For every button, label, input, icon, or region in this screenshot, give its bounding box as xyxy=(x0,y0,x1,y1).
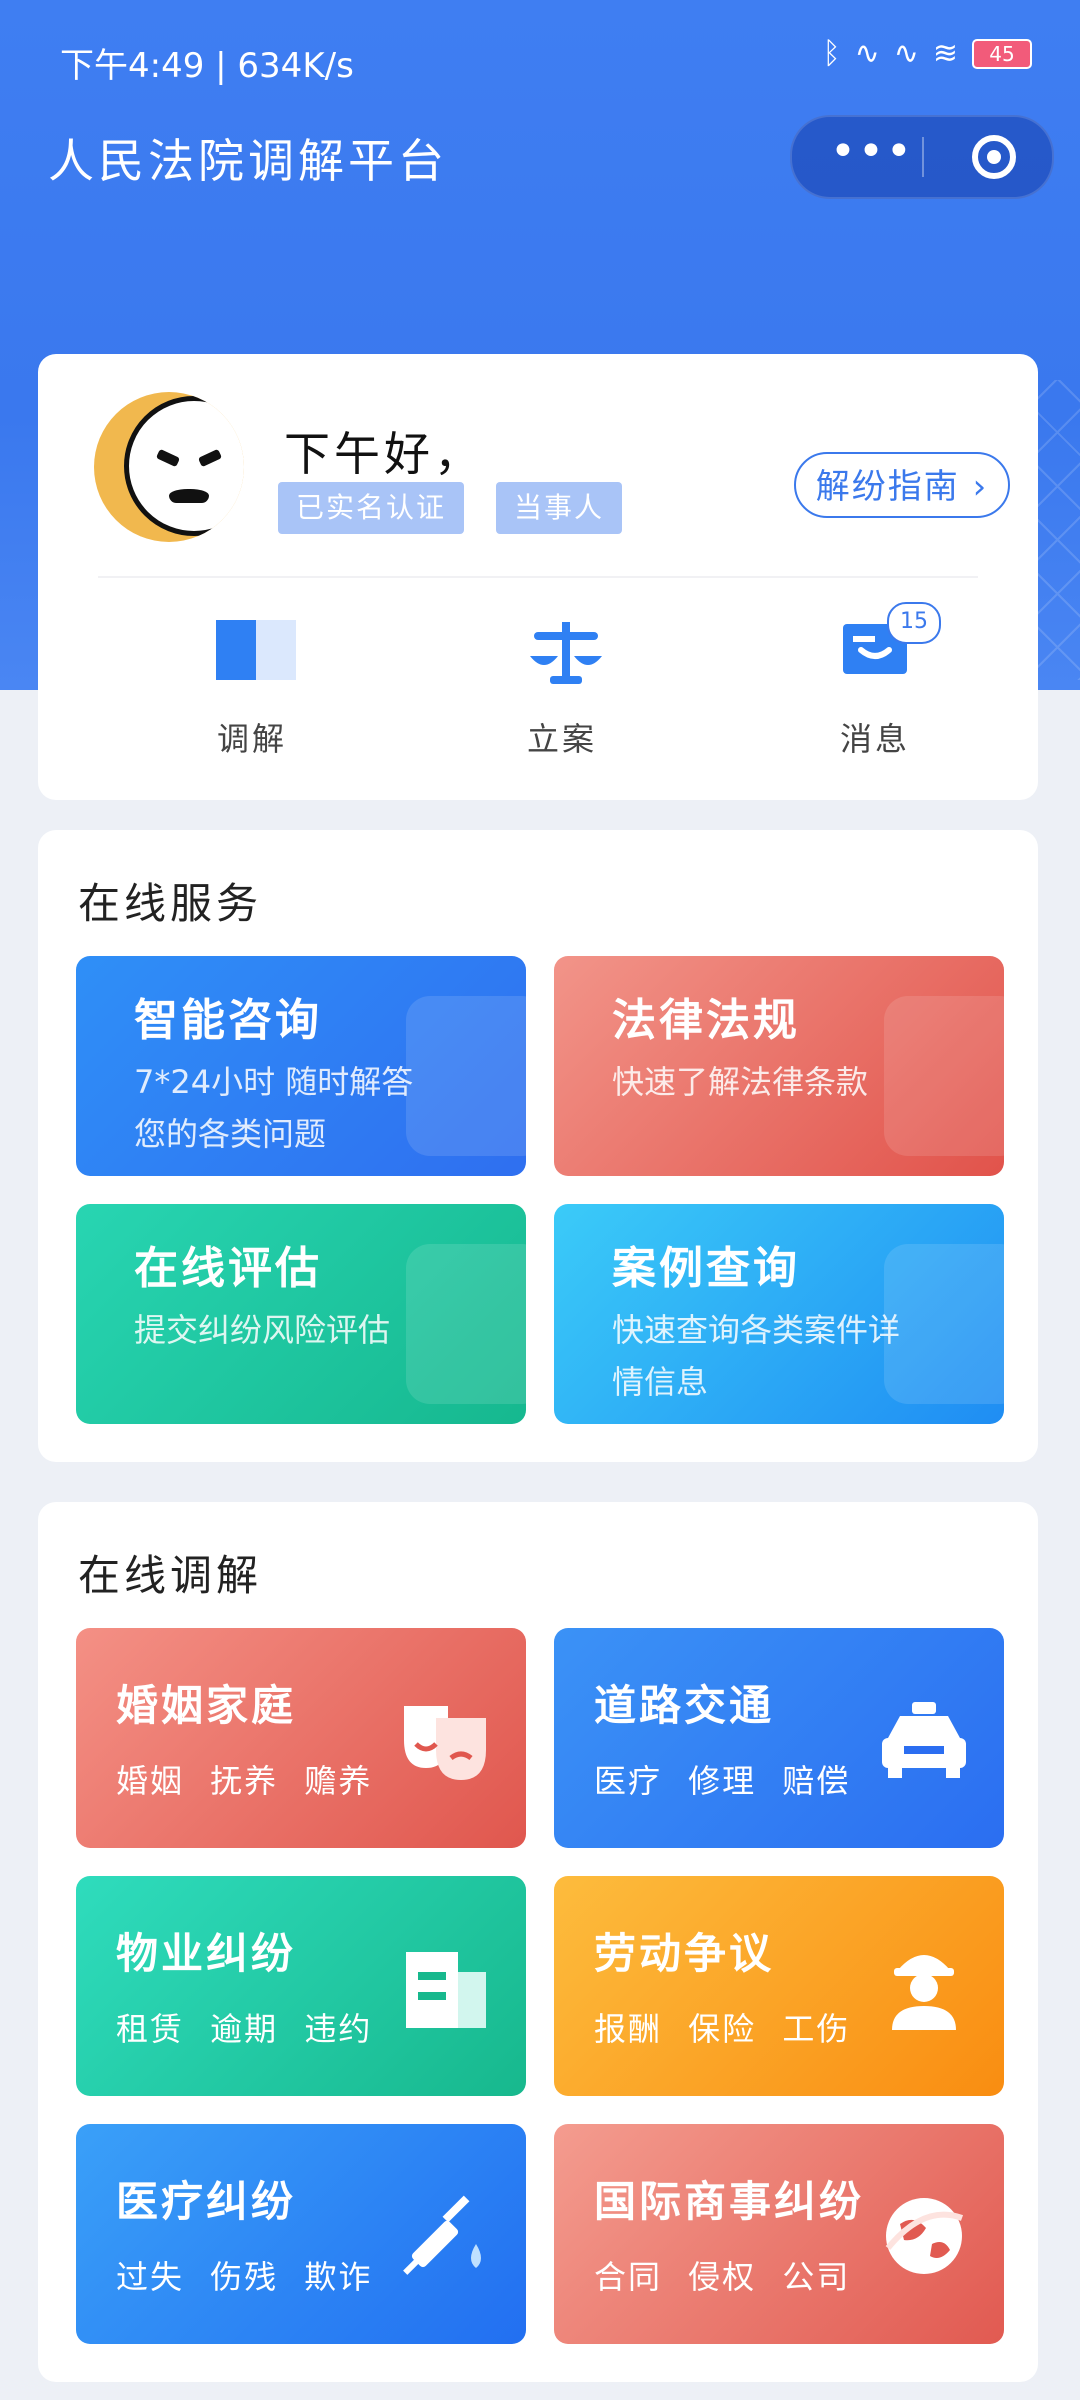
robot-icon xyxy=(406,996,526,1156)
verified-badge: 已实名认证 xyxy=(278,482,465,534)
tile-title: 智能咨询 xyxy=(134,995,322,1046)
tile-title: 道路交通 xyxy=(594,1681,775,1730)
status-icons: ᛒ ∿ ∿ ≋ 45 xyxy=(823,36,1032,71)
mini-program-capsule: ••• xyxy=(790,115,1054,199)
shortcut-messages[interactable]: 15 消息 xyxy=(775,602,975,766)
road-traffic-tile[interactable]: 道路交通 医疗 修理 赔偿 xyxy=(554,1628,1004,1848)
shortcut-filing[interactable]: 立案 xyxy=(462,616,662,766)
tile-title: 法律法规 xyxy=(612,995,800,1046)
tile-tags: 报酬 保险 工伤 xyxy=(594,2010,851,2048)
scale-icon xyxy=(530,622,602,684)
labor-dispute-tile[interactable]: 劳动争议 报酬 保险 工伤 xyxy=(554,1876,1004,2096)
tile-description: 快速查询各类案件详情信息 xyxy=(612,1311,901,1401)
tile-title: 物业纠纷 xyxy=(116,1929,297,1978)
shortcut-label: 消息 xyxy=(839,720,910,758)
online-mediation-section: 在线调解 婚姻家庭 婚姻 抚养 赡养 道路交通 医疗 修理 赔偿 物业纠纷 租赁… xyxy=(38,1502,1038,2382)
avatar[interactable] xyxy=(94,392,244,542)
message-count-badge: 15 xyxy=(887,602,941,644)
status-bar: 下午4:49 | 634K/s ᛒ ∿ ∿ ≋ 45 xyxy=(0,0,1080,110)
property-dispute-tile[interactable]: 物业纠纷 租赁 逾期 违约 xyxy=(76,1876,526,2096)
international-commercial-tile[interactable]: 国际商事纠纷 合同 侵权 公司 xyxy=(554,2124,1004,2344)
section-title: 在线调解 xyxy=(78,1551,263,1600)
wifi-icon: ≋ xyxy=(932,36,958,71)
shortcut-label: 立案 xyxy=(526,720,597,758)
avatar-face xyxy=(124,396,244,536)
signal-icon: ∿ xyxy=(893,36,919,71)
tile-tags: 合同 侵权 公司 xyxy=(594,2258,851,2296)
document-icon xyxy=(884,1244,1004,1404)
laws-regulations-tile[interactable]: 法律法规 快速了解法律条款 xyxy=(554,956,1004,1176)
smart-consult-tile[interactable]: 智能咨询 7*24小时 随时解答您的各类问题 xyxy=(76,956,526,1176)
avatar-eye xyxy=(155,448,181,468)
tile-tags: 过失 伤残 欺诈 xyxy=(116,2258,373,2296)
car-icon xyxy=(882,1702,966,1778)
medical-dispute-tile[interactable]: 医疗纠纷 过失 伤残 欺诈 xyxy=(76,2124,526,2344)
shortcut-label: 调解 xyxy=(216,720,287,758)
case-search-tile[interactable]: 案例查询 快速查询各类案件详情信息 xyxy=(554,1204,1004,1424)
greeting-text: 下午好， xyxy=(284,427,484,481)
tile-tags: 婚姻 抚养 赡养 xyxy=(116,1762,373,1800)
dispute-guide-button[interactable]: 解纷指南 › xyxy=(794,452,1010,518)
building-icon xyxy=(406,1952,486,2028)
tile-title: 婚姻家庭 xyxy=(116,1681,297,1730)
syringe-icon xyxy=(403,2195,481,2275)
book-icon xyxy=(884,996,1004,1156)
tile-title: 国际商事纠纷 xyxy=(594,2177,865,2226)
tile-tags: 租赁 逾期 违约 xyxy=(116,2010,373,2048)
section-title: 在线服务 xyxy=(78,879,263,928)
tile-tags: 医疗 修理 赔偿 xyxy=(594,1762,851,1800)
more-icon[interactable]: ••• xyxy=(830,117,912,197)
tile-title: 劳动争议 xyxy=(594,1929,775,1978)
tile-title: 在线评估 xyxy=(134,1243,322,1294)
shortcut-mediation[interactable]: 调解 xyxy=(152,616,352,766)
tile-description: 提交纠纷风险评估 xyxy=(134,1311,391,1349)
bluetooth-icon: ᛒ xyxy=(822,36,841,71)
online-assessment-tile[interactable]: 在线评估 提交纠纷风险评估 xyxy=(76,1204,526,1424)
battery-icon: 45 xyxy=(972,38,1032,69)
avatar-mouth xyxy=(169,489,209,503)
status-time: 下午4:49 | 634K/s xyxy=(60,46,354,86)
title-bar: 人民法院调解平台 ••• xyxy=(0,115,1080,215)
worker-icon xyxy=(892,1955,956,2030)
tile-title: 案例查询 xyxy=(612,1243,800,1294)
signal-icon: ∿ xyxy=(854,36,880,71)
masks-icon xyxy=(404,1706,486,1780)
chart-icon xyxy=(406,1244,526,1404)
avatar-eye xyxy=(197,448,223,468)
dispute-guide-label: 解纷指南 xyxy=(815,467,960,507)
tile-description: 7*24小时 随时解答您的各类问题 xyxy=(134,1063,414,1153)
mediation-icon xyxy=(216,620,296,680)
tile-title: 医疗纠纷 xyxy=(116,2177,297,2226)
chevron-right-icon: › xyxy=(972,467,989,507)
close-target-icon[interactable] xyxy=(972,135,1016,179)
page-title: 人民法院调解平台 xyxy=(48,135,448,187)
marriage-family-tile[interactable]: 婚姻家庭 婚姻 抚养 赡养 xyxy=(76,1628,526,1848)
globe-icon xyxy=(885,2198,964,2274)
role-badge: 当事人 xyxy=(496,482,623,534)
capsule-divider xyxy=(922,137,924,177)
online-services-section: 在线服务 智能咨询 7*24小时 随时解答您的各类问题 法律法规 快速了解法律条… xyxy=(38,830,1038,1462)
tile-description: 快速了解法律条款 xyxy=(612,1063,869,1101)
divider xyxy=(98,576,978,578)
profile-card: 下午好， 已实名认证 当事人 解纷指南 › 调解 立案 15 消息 xyxy=(38,354,1038,800)
